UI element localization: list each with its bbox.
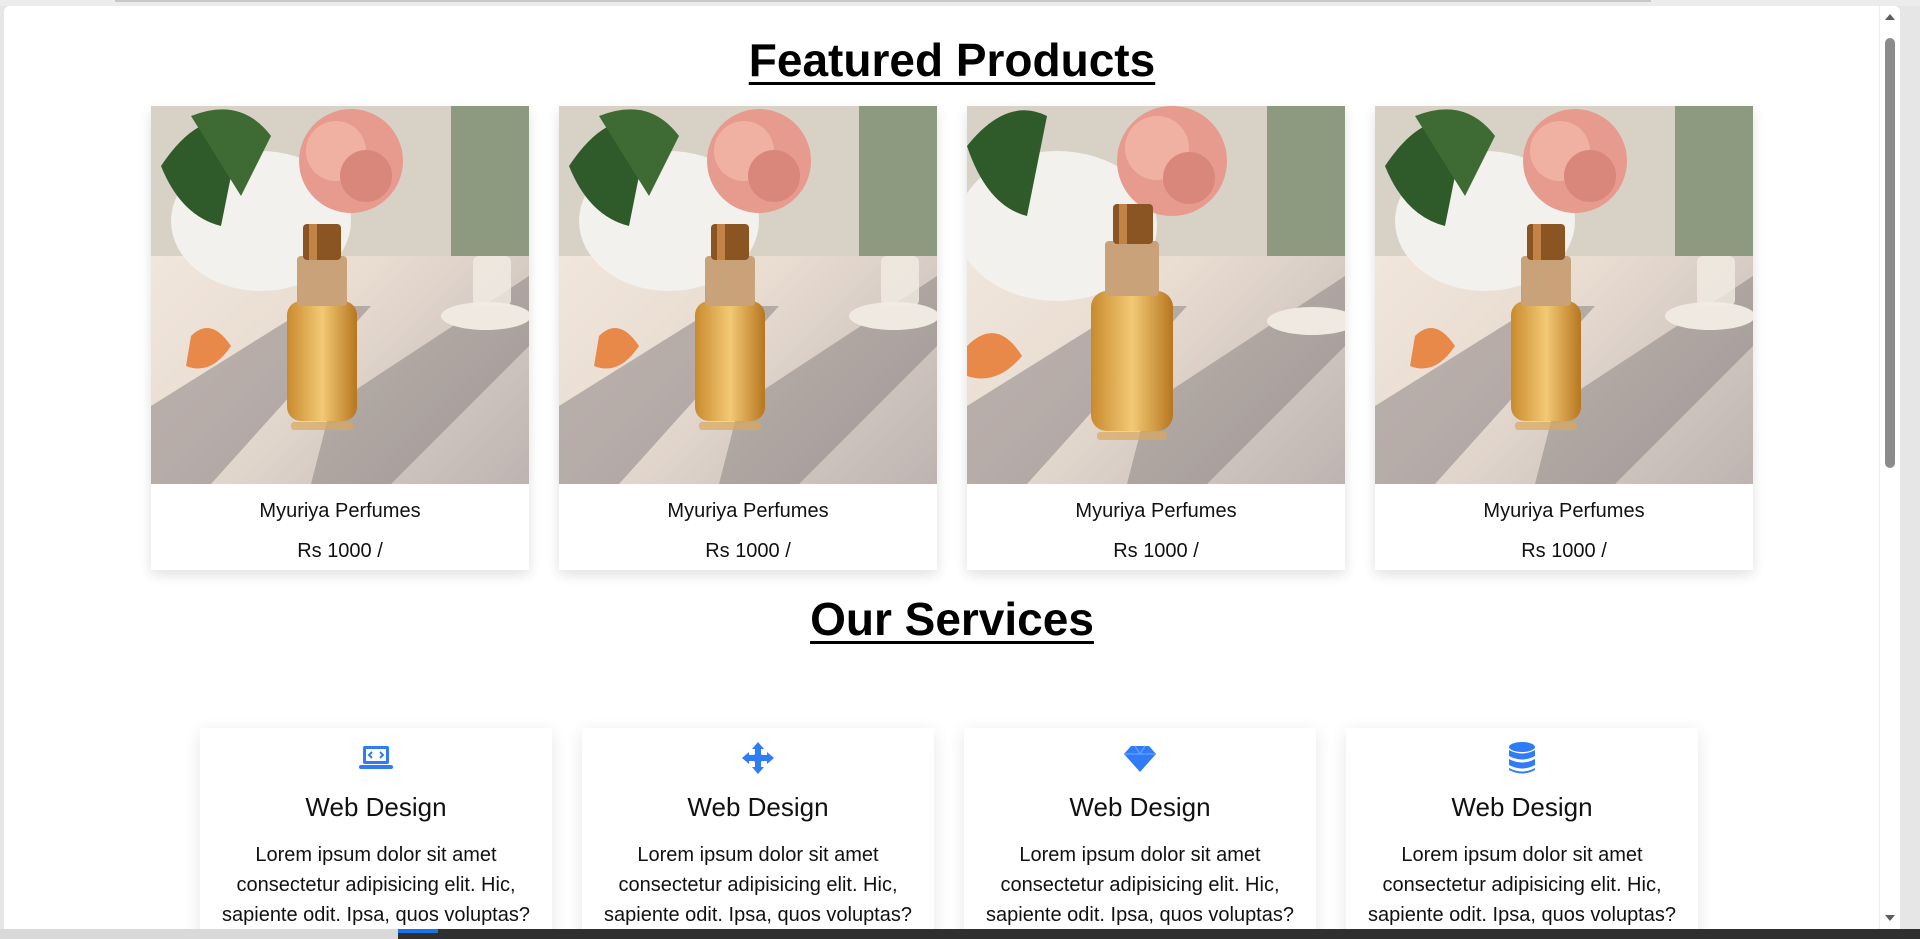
service-description: Lorem ipsum dolor sit amet consectetur a… — [986, 844, 1294, 926]
laptop-code-icon — [358, 740, 394, 776]
service-description: Lorem ipsum dolor sit amet consectetur a… — [1368, 844, 1676, 926]
perfume-bottle-image — [151, 106, 529, 484]
product-name: Myuriya Perfumes — [667, 500, 829, 522]
product-name: Myuriya Perfumes — [1075, 500, 1237, 522]
product-price: Rs 1000 / — [1521, 540, 1607, 562]
vertical-scrollbar[interactable] — [1879, 6, 1900, 929]
page-viewport: Featured Products Myuriya Perfumes Rs 10… — [4, 6, 1900, 929]
product-image[interactable] — [1375, 106, 1753, 484]
perfume-bottle-image — [1375, 106, 1753, 484]
scroll-down-arrow-icon[interactable] — [1885, 915, 1895, 921]
service-card: Web Design Lorem ipsum dolor sit amet co… — [200, 728, 552, 929]
database-icon — [1504, 740, 1540, 776]
arrows-move-icon — [740, 740, 776, 776]
tab-strip-line — [115, 0, 1651, 2]
product-card[interactable]: Myuriya Perfumes Rs 1000 / — [967, 106, 1345, 570]
our-services-heading: Our Services — [810, 593, 1094, 645]
product-price: Rs 1000 / — [1113, 540, 1199, 562]
service-card: Web Design Lorem ipsum dolor sit amet co… — [1346, 728, 1698, 929]
taskbar-light-section — [0, 929, 398, 939]
product-image[interactable] — [151, 106, 529, 484]
product-name: Myuriya Perfumes — [259, 500, 421, 522]
product-image[interactable] — [559, 106, 937, 484]
product-image[interactable] — [967, 106, 1345, 484]
service-description: Lorem ipsum dolor sit amet consectetur a… — [222, 844, 530, 926]
services-grid: Web Design Lorem ipsum dolor sit amet co… — [200, 728, 1704, 929]
gem-icon — [1122, 740, 1158, 776]
taskbar-active-indicator — [398, 929, 438, 933]
product-price: Rs 1000 / — [705, 540, 791, 562]
product-price: Rs 1000 / — [297, 540, 383, 562]
service-title: Web Design — [1069, 792, 1211, 822]
product-card[interactable]: Myuriya Perfumes Rs 1000 / — [1375, 106, 1753, 570]
service-title: Web Design — [305, 792, 447, 822]
scrollbar-thumb[interactable] — [1885, 38, 1895, 468]
scroll-up-arrow-icon[interactable] — [1885, 14, 1895, 20]
service-description: Lorem ipsum dolor sit amet consectetur a… — [604, 844, 912, 926]
service-card: Web Design Lorem ipsum dolor sit amet co… — [964, 728, 1316, 929]
perfume-bottle-image — [967, 106, 1345, 484]
service-title: Web Design — [1451, 792, 1593, 822]
product-name: Myuriya Perfumes — [1483, 500, 1645, 522]
perfume-bottle-image — [559, 106, 937, 484]
featured-products-heading: Featured Products — [748, 34, 1156, 86]
service-card: Web Design Lorem ipsum dolor sit amet co… — [582, 728, 934, 929]
product-card[interactable]: Myuriya Perfumes Rs 1000 / — [559, 106, 937, 570]
product-card[interactable]: Myuriya Perfumes Rs 1000 / — [151, 106, 529, 570]
product-grid: Myuriya Perfumes Rs 1000 / Myuriya Perfu… — [151, 106, 1753, 570]
service-title: Web Design — [687, 792, 829, 822]
